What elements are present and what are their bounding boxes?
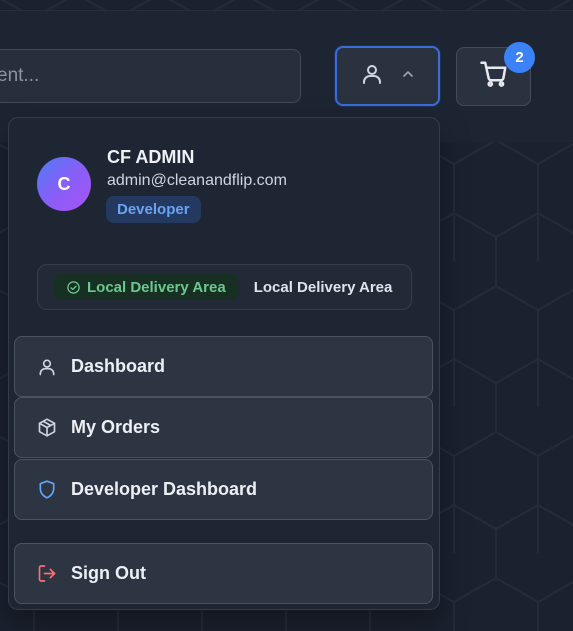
package-icon	[37, 418, 57, 438]
delivery-status-badge-label: Local Delivery Area	[87, 278, 226, 296]
user-name: CF ADMIN	[107, 147, 195, 167]
user-icon	[37, 357, 57, 377]
shield-icon	[37, 480, 57, 500]
menu-item-label: Developer Dashboard	[71, 479, 258, 499]
user-email: admin@cleanandflip.com	[107, 172, 287, 189]
sign-out-label: Sign Out	[71, 563, 146, 583]
menu-item-label: My Orders	[71, 417, 161, 437]
menu-item-developer-dashboard[interactable]: Developer Dashboard	[14, 459, 433, 520]
log-out-icon	[37, 564, 57, 584]
user-dropdown-menu: C CF ADMIN admin@cleanandflip.com Develo…	[8, 117, 440, 610]
delivery-status-badge: Local Delivery Area	[54, 274, 238, 300]
user-menu-button[interactable]	[335, 46, 440, 106]
cart-count-badge: 2	[504, 42, 535, 73]
chevron-up-icon	[400, 66, 416, 87]
menu-item-label: Dashboard	[71, 356, 166, 376]
delivery-status-box: Local Delivery Area Local Delivery Area	[37, 264, 412, 310]
user-icon	[360, 62, 384, 91]
menu-item-dashboard[interactable]: Dashboard	[14, 336, 433, 397]
shopping-cart-icon	[479, 59, 509, 94]
delivery-area-label: Local Delivery Area	[253, 278, 393, 296]
menu-item-my-orders[interactable]: My Orders	[14, 397, 433, 458]
avatar: C	[37, 157, 91, 211]
sign-out-button[interactable]: Sign Out	[14, 543, 433, 604]
role-badge: Developer	[106, 196, 201, 223]
search-placeholder: ent...	[0, 65, 40, 86]
check-circle-icon	[66, 280, 81, 295]
search-input[interactable]: ent...	[0, 49, 301, 103]
